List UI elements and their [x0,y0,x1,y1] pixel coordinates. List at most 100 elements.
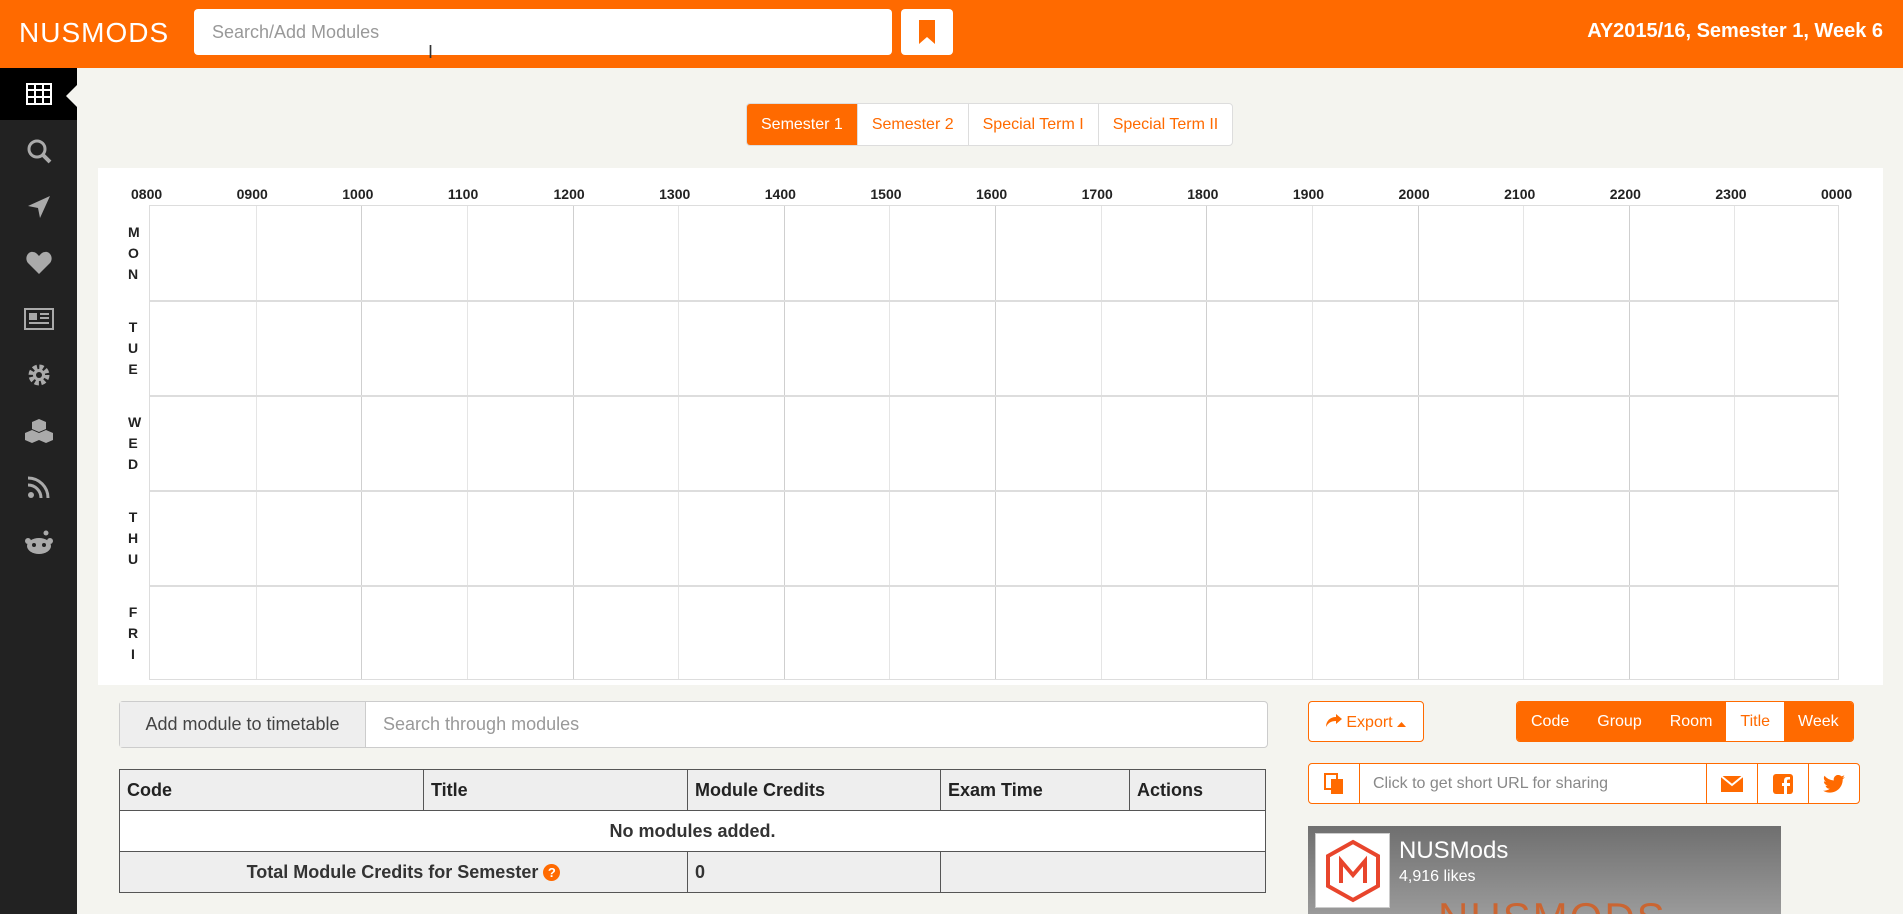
gear-icon [28,364,49,386]
day-label: TUE [128,318,139,377]
grid-hour-line [889,206,891,679]
grid-hour-line [995,206,996,679]
facebook-page-widget[interactable]: NUSMODS NUSMods 4,916 likes [1308,826,1781,914]
grid-hour-line [1417,206,1419,679]
hour-label: 1400 [764,186,796,202]
col-header-title[interactable]: Title [423,769,688,811]
sidebar [0,68,78,914]
facebook-page-avatar[interactable] [1315,833,1390,908]
toggle-title[interactable]: Title [1726,702,1785,741]
copy-button[interactable] [1309,764,1360,803]
grid-hour-line [1311,206,1313,679]
add-module-group: Add module to timetable Search through m… [119,701,1268,748]
twitter-icon [1823,774,1845,793]
sidebar-item-apps[interactable] [0,405,77,457]
grid-hour-line [1628,206,1630,679]
empty-table-message: No modules added. [119,810,1266,852]
logo-text: NUSMODS [19,17,170,48]
sidebar-item-navigate[interactable] [0,181,77,233]
hour-label: 2300 [1715,186,1747,202]
module-table: Code Title Module Credits Exam Time Acti… [119,769,1266,893]
envelope-icon [1721,775,1743,792]
search-add-modules-input[interactable]: Search/Add Modules [194,9,892,55]
col-header-code[interactable]: Code [119,769,424,811]
total-credits-label: Total Module Credits for Semester [246,861,539,882]
copy-icon [1324,772,1343,794]
grid-hour-line [1206,206,1208,679]
search-icon [27,139,51,164]
sidebar-item-search[interactable] [0,125,77,177]
top-navbar: NUSMODS Search/Add Modules I AY2015/16, … [0,0,1903,68]
module-search-input[interactable]: Search through modules [366,702,579,747]
timetable-grid[interactable] [149,205,1839,680]
grid-hour-line [1100,206,1102,679]
facebook-page-name[interactable]: NUSMods [1399,837,1508,865]
day-label: THU [128,508,139,567]
grid-hour-line [1734,206,1736,679]
timetable-icon [25,83,52,105]
grid-hour-line [572,206,574,679]
email-share-button[interactable] [1706,764,1757,803]
sidebar-item-settings[interactable] [0,349,77,401]
short-url-input[interactable]: Click to get short URL for sharing [1360,764,1706,803]
tab-semester-1[interactable]: Semester 1 [747,104,858,145]
hour-label: 1800 [1187,186,1219,202]
export-label: Export [1346,714,1393,731]
grid-day-line [150,585,1838,587]
total-row-empty [940,851,1266,893]
grid-day-line [150,490,1838,492]
toggle-code[interactable]: Code [1517,702,1584,741]
grid-hour-line [255,206,257,679]
facebook-cover-text: NUSMODS [1438,894,1667,914]
caret-up-icon [1397,722,1407,727]
total-credits-value: 0 [687,851,941,893]
grid-hour-line [1523,206,1525,679]
facebook-icon [1773,773,1793,794]
tab-special-term-2[interactable]: Special Term II [1099,104,1233,145]
semester-tabs: Semester 1 Semester 2 Special Term I Spe… [746,103,1234,146]
heart-icon [25,251,52,274]
hour-label: 0000 [1821,186,1853,202]
add-module-label: Add module to timetable [120,702,366,747]
bookmark-button[interactable] [901,9,953,55]
grid-day-line [150,300,1838,302]
help-icon[interactable]: ? [543,863,561,881]
sidebar-item-reddit[interactable] [0,517,77,569]
total-credits-label-cell: Total Module Credits for Semester ? [119,851,688,893]
hour-label: 1500 [870,186,902,202]
hour-label: 1200 [553,186,585,202]
sidebar-item-news[interactable] [0,293,77,345]
sidebar-item-feed[interactable] [0,461,77,513]
toggle-group[interactable]: Group [1583,702,1656,741]
hour-label: 1700 [1081,186,1113,202]
hour-label: 0900 [236,186,268,202]
hour-label: 2200 [1609,186,1641,202]
toggle-room[interactable]: Room [1655,702,1727,741]
navigation-icon [27,196,50,218]
cubes-icon [24,419,53,443]
facebook-likes-count: 4,916 likes [1399,868,1476,885]
tab-special-term-1[interactable]: Special Term I [969,104,1099,145]
toggle-week[interactable]: Week [1784,702,1853,741]
col-header-exam-time[interactable]: Exam Time [940,769,1130,811]
grid-hour-line [466,206,468,679]
col-header-credits[interactable]: Module Credits [687,769,941,811]
hour-label: 1100 [447,186,479,202]
sidebar-item-favourites[interactable] [0,237,77,289]
share-arrow-icon [1325,714,1342,727]
hour-label: 1300 [659,186,691,202]
export-button[interactable]: Export [1308,701,1424,742]
hour-label: 0800 [131,186,163,202]
sidebar-item-timetable[interactable] [0,68,78,120]
col-header-actions: Actions [1129,769,1266,811]
grid-hour-line [678,206,680,679]
nusmods-logo[interactable]: NUSMODS [19,17,169,49]
facebook-share-button[interactable] [1757,764,1808,803]
grid-hour-line [361,206,363,679]
twitter-share-button[interactable] [1808,764,1859,803]
share-url-group: Click to get short URL for sharing [1308,763,1860,804]
tab-semester-2[interactable]: Semester 2 [858,104,969,145]
hour-label: 2000 [1398,186,1430,202]
view-toggle-group: Code Group Room Title Week [1516,701,1854,742]
rss-icon [27,476,49,498]
